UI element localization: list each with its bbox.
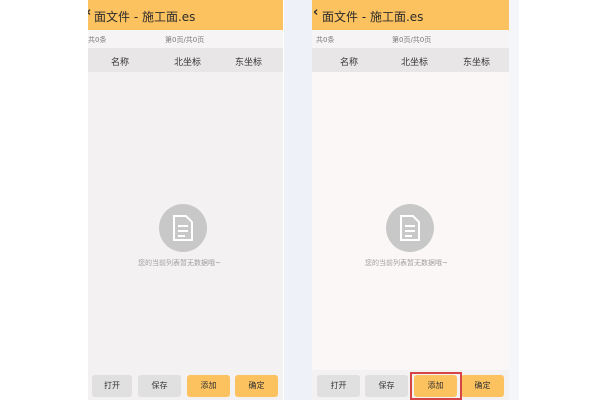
- add-button-highlight-box: [410, 372, 462, 400]
- document-icon: [386, 204, 434, 252]
- column-name: 名称: [340, 58, 359, 68]
- background-strip: [509, 0, 519, 400]
- back-chevron-left-icon[interactable]: ‹: [88, 5, 91, 20]
- open-button[interactable]: 打开: [92, 375, 132, 397]
- page-indicator: 第0页/共0页: [165, 36, 205, 44]
- info-row: 共0条 第0页/共0页: [88, 30, 283, 48]
- info-row: 共0条 第0页/共0页: [312, 30, 509, 48]
- open-button[interactable]: 打开: [317, 375, 360, 397]
- save-button[interactable]: 保存: [138, 375, 181, 397]
- column-north: 北坐标: [174, 58, 202, 68]
- column-header: 名称 北坐标 东坐标: [88, 48, 283, 72]
- background-strip: [284, 0, 312, 400]
- column-north: 北坐标: [401, 58, 429, 68]
- page-title: 面文件 - 施工面.es: [322, 10, 424, 24]
- confirm-button[interactable]: 确定: [235, 375, 278, 397]
- page-indicator: 第0页/共0页: [392, 36, 432, 44]
- left-screen: ‹ 面文件 - 施工面.es 共0条 第0页/共0页 名称 北坐标 东坐标 您的…: [88, 0, 283, 400]
- empty-message: 您的当前列表暂无数据哦~: [138, 259, 221, 267]
- empty-message: 您的当前列表暂无数据哦~: [365, 259, 448, 267]
- header-bar: ‹ 面文件 - 施工面.es: [88, 0, 283, 30]
- column-east: 东坐标: [235, 58, 263, 68]
- column-name: 名称: [111, 58, 130, 68]
- bottom-toolbar: 打开 保存 添加 确定: [88, 370, 283, 400]
- record-count: 共0条: [316, 36, 335, 44]
- column-header: 名称 北坐标 东坐标: [312, 48, 509, 72]
- column-east: 东坐标: [463, 58, 491, 68]
- back-chevron-left-icon[interactable]: ‹: [313, 5, 318, 20]
- confirm-button[interactable]: 确定: [461, 375, 504, 397]
- document-icon: [159, 204, 207, 252]
- header-bar: ‹ 面文件 - 施工面.es: [312, 0, 509, 30]
- add-button[interactable]: 添加: [187, 375, 230, 397]
- right-screen: ‹ 面文件 - 施工面.es 共0条 第0页/共0页 名称 北坐标 东坐标 您的…: [312, 0, 509, 400]
- page-title: 面文件 - 施工面.es: [94, 10, 196, 24]
- save-button[interactable]: 保存: [365, 375, 408, 397]
- record-count: 共0条: [88, 36, 107, 44]
